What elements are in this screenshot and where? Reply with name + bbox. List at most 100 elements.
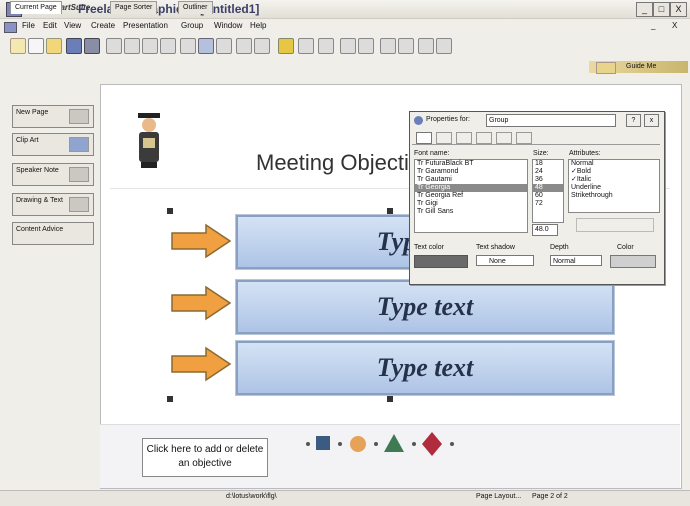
text-shadow-select[interactable]: None [476,255,534,266]
menu-presentation[interactable]: Presentation [123,21,168,30]
attribute-item[interactable]: Normal [569,160,659,168]
page-layout-button[interactable]: Page Layout... [476,493,521,500]
format-icon[interactable] [254,38,270,54]
new-page-icon-small [69,109,89,124]
size-item[interactable]: 24 [533,168,563,176]
font-item[interactable]: Tr Gill Sans [415,208,527,216]
indent-icon[interactable] [398,38,414,54]
tab-font-icon[interactable] [416,132,432,144]
shadow-color-picker[interactable] [610,255,656,268]
selection-handle[interactable] [387,208,393,214]
tab-current-page[interactable]: Current Page [10,1,62,14]
page-icon[interactable] [180,38,196,54]
selection-handle[interactable] [387,396,393,402]
attribute-item[interactable]: ✓Italic [569,176,659,184]
tab-bullets-icon[interactable] [476,132,492,144]
selection-handle[interactable] [167,208,173,214]
font-item[interactable]: Tr Gautami [415,176,527,184]
menu-file[interactable]: File [22,21,35,30]
chart-icon[interactable] [198,38,214,54]
grid-icon[interactable] [340,38,356,54]
page-indicator[interactable]: Page 2 of 2 [532,493,568,500]
zoom-icon[interactable] [298,38,314,54]
shape-icon[interactable] [278,38,294,54]
size-list[interactable]: 18 24 36 48 60 72 [532,159,564,223]
tab-lines-icon[interactable] [456,132,472,144]
tab-styles-icon[interactable] [516,132,532,144]
new-file-icon[interactable] [28,38,44,54]
bullet-icon[interactable] [380,38,396,54]
font-item-selected[interactable]: Tr Georgia [415,184,527,192]
doc-icon[interactable] [4,22,17,33]
spell-check-icon[interactable] [216,38,232,54]
content-advice-button[interactable]: Content Advice [12,222,94,245]
depth-label: Depth [550,244,569,251]
font-item[interactable]: Tr Georgia Ref [415,192,527,200]
add-objective-label: Click here to add or delete an objective [146,444,264,469]
save-icon[interactable] [66,38,82,54]
status-bar [0,490,690,506]
new-page-icon[interactable] [318,38,334,54]
print-icon[interactable] [84,38,100,54]
size-item[interactable]: 18 [533,160,563,168]
open-folder-icon[interactable] [46,38,62,54]
size-item[interactable]: 36 [533,176,563,184]
guide-me-button[interactable]: Guide Me [626,61,656,73]
doc-minimize-button[interactable]: _ [651,21,655,30]
menu-group[interactable]: Group [181,21,203,30]
menu-help[interactable]: Help [250,21,266,30]
maximize-button[interactable]: □ [653,2,670,17]
new-page-button[interactable]: New Page [12,105,94,128]
font-item[interactable]: Tr Gigi [415,200,527,208]
paste-icon[interactable] [160,38,176,54]
clip-art-button[interactable]: Clip Art [12,133,94,156]
add-objective-button[interactable]: Click here to add or delete an objective [142,438,268,477]
text-color-picker[interactable] [414,255,468,268]
tab-alignment-icon[interactable] [436,132,452,144]
size-item[interactable]: 60 [533,192,563,200]
drawing-text-button[interactable]: Drawing & Text [12,193,94,216]
font-item[interactable]: Tr FuturaBlack BT [415,160,527,168]
minimize-button[interactable]: _ [636,2,653,17]
copy-icon[interactable] [142,38,158,54]
font-item[interactable]: Tr Garamond [415,168,527,176]
table-icon[interactable] [358,38,374,54]
depth-select[interactable]: Normal [550,255,602,266]
attributes-list[interactable]: Normal ✓Bold ✓Italic Underline Strikethr… [568,159,660,213]
tab-page-sorter[interactable]: Page Sorter [110,1,158,14]
menu-create[interactable]: Create [91,21,115,30]
undo-icon[interactable] [106,38,122,54]
decorative-shapes [306,432,454,456]
view-tabs [0,60,690,74]
content-advice-label: Content Advice [16,226,64,233]
close-button[interactable]: X [670,2,687,17]
attribute-item[interactable]: Strikethrough [569,192,659,200]
font-name-list[interactable]: Tr FuturaBlack BT Tr Garamond Tr Gautami… [414,159,528,233]
text-box-2[interactable]: Type text [235,279,615,335]
size-item-selected[interactable]: 48 [533,184,563,192]
menu-edit[interactable]: Edit [43,21,57,30]
draw-rectangle-icon[interactable] [236,38,252,54]
menu-view[interactable]: View [64,21,81,30]
size-item[interactable]: 72 [533,200,563,208]
help-button[interactable]: ? [626,114,641,127]
graduate-clipart-icon[interactable] [130,110,170,172]
smarticon-open-icon[interactable] [10,38,26,54]
font-larger-icon[interactable] [436,38,452,54]
properties-close-button[interactable]: x [644,114,659,127]
clip-art-icon [69,137,89,152]
attribute-item[interactable]: Underline [569,184,659,192]
properties-tab-row [412,130,660,145]
doc-close-button[interactable]: X [672,21,677,30]
font-smaller-icon[interactable] [418,38,434,54]
tab-screen-show-icon[interactable] [496,132,512,144]
menu-window[interactable]: Window [214,21,242,30]
properties-target-select[interactable]: Group [486,114,616,127]
cut-icon[interactable] [124,38,140,54]
speaker-note-button[interactable]: Speaker Note [12,163,94,186]
text-box-3[interactable]: Type text [235,340,615,396]
selection-handle[interactable] [167,396,173,402]
tab-outliner[interactable]: Outliner [178,1,213,14]
attribute-item[interactable]: ✓Bold [569,168,659,176]
size-input[interactable]: 48.0 [532,224,558,236]
